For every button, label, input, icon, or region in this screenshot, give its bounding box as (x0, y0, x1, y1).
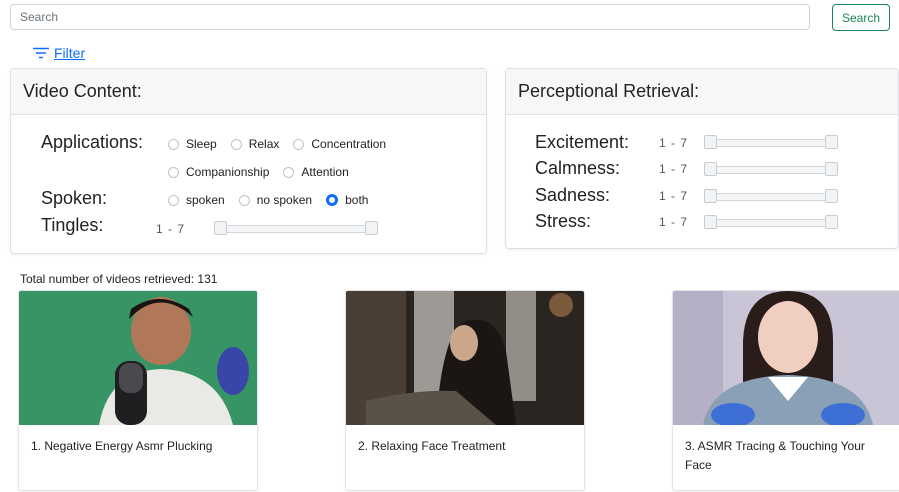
no-spoken-option[interactable]: no spoken (238, 193, 312, 207)
filter-toggle[interactable]: Filter (33, 45, 85, 61)
applications-options-row2: Companionship Attention (168, 165, 363, 179)
video-title[interactable]: 3. ASMR Tracing & Touching Your Face (685, 437, 890, 475)
application-option[interactable]: Sleep (168, 137, 217, 151)
radio-icon[interactable] (283, 166, 295, 178)
sadness-slider[interactable] (704, 189, 838, 203)
stress-range: 1 - 7 (659, 215, 689, 229)
search-input[interactable] (10, 4, 810, 30)
application-option[interactable]: Relax (230, 137, 279, 151)
stress-slider[interactable] (704, 215, 838, 229)
radio-icon[interactable] (230, 138, 242, 150)
tingles-slider[interactable] (214, 221, 378, 235)
spoken-option[interactable]: spoken (168, 193, 225, 207)
application-option[interactable]: Concentration (293, 137, 386, 151)
filter-label[interactable]: Filter (54, 45, 85, 61)
applications-options-row1: Sleep Relax Concentration (168, 137, 400, 151)
video-title[interactable]: 1. Negative Energy Asmr Plucking (31, 437, 247, 456)
slider-min-handle[interactable] (214, 221, 227, 235)
slider-max-handle[interactable] (825, 162, 838, 176)
perceptional-retrieval-title: Perceptional Retrieval: (506, 69, 898, 115)
spoken-options: spoken no spoken both (168, 193, 382, 207)
radio-icon[interactable] (168, 138, 179, 150)
radio-icon[interactable] (293, 138, 305, 150)
applications-label: Applications: (41, 132, 144, 152)
slider-max-handle[interactable] (825, 135, 838, 149)
calmness-label: Calmness: (535, 158, 621, 178)
excitement-label: Excitement: (535, 132, 630, 152)
filter-icon (33, 47, 49, 59)
sadness-range: 1 - 7 (659, 189, 689, 203)
slider-max-handle[interactable] (825, 189, 838, 203)
tingles-range: 1 - 7 (156, 222, 186, 236)
results-count: Total number of videos retrieved: 131 (20, 272, 218, 286)
tingles-label: Tingles: (41, 215, 104, 235)
video-content-panel: Video Content: Applications: Sleep Relax… (10, 68, 487, 254)
video-card[interactable]: 1. Negative Energy Asmr Plucking (18, 290, 258, 491)
application-option[interactable]: Attention (283, 165, 349, 179)
stress-label: Stress: (535, 211, 592, 231)
slider-min-handle[interactable] (704, 215, 717, 229)
video-card[interactable]: 3. ASMR Tracing & Touching Your Face (672, 290, 899, 491)
video-thumbnail[interactable] (346, 291, 584, 425)
video-content-title: Video Content: (11, 69, 486, 115)
slider-track (220, 225, 372, 233)
perceptional-retrieval-panel: Perceptional Retrieval: Excitement: 1 - … (505, 68, 899, 249)
slider-track (710, 166, 832, 174)
sadness-label: Sadness: (535, 185, 611, 205)
video-thumbnail[interactable] (673, 291, 899, 425)
excitement-range: 1 - 7 (659, 136, 689, 150)
search-button[interactable]: Search (832, 4, 890, 31)
slider-max-handle[interactable] (365, 221, 378, 235)
calmness-range: 1 - 7 (659, 162, 689, 176)
radio-icon[interactable] (168, 166, 179, 178)
radio-icon[interactable] (168, 194, 179, 206)
spoken-label: Spoken: (41, 188, 108, 208)
radio-checked-icon[interactable] (326, 194, 339, 206)
both-option[interactable]: both (326, 193, 368, 207)
video-card[interactable]: 2. Relaxing Face Treatment (345, 290, 585, 491)
video-thumbnail[interactable] (19, 291, 257, 425)
slider-max-handle[interactable] (825, 215, 838, 229)
application-option[interactable]: Companionship (168, 165, 269, 179)
slider-min-handle[interactable] (704, 189, 717, 203)
calmness-slider[interactable] (704, 162, 838, 176)
slider-min-handle[interactable] (704, 135, 717, 149)
radio-icon[interactable] (238, 194, 250, 206)
slider-min-handle[interactable] (704, 162, 717, 176)
slider-track (710, 193, 832, 201)
video-title[interactable]: 2. Relaxing Face Treatment (358, 437, 574, 456)
slider-track (710, 139, 832, 147)
excitement-slider[interactable] (704, 135, 838, 149)
slider-track (710, 219, 832, 227)
